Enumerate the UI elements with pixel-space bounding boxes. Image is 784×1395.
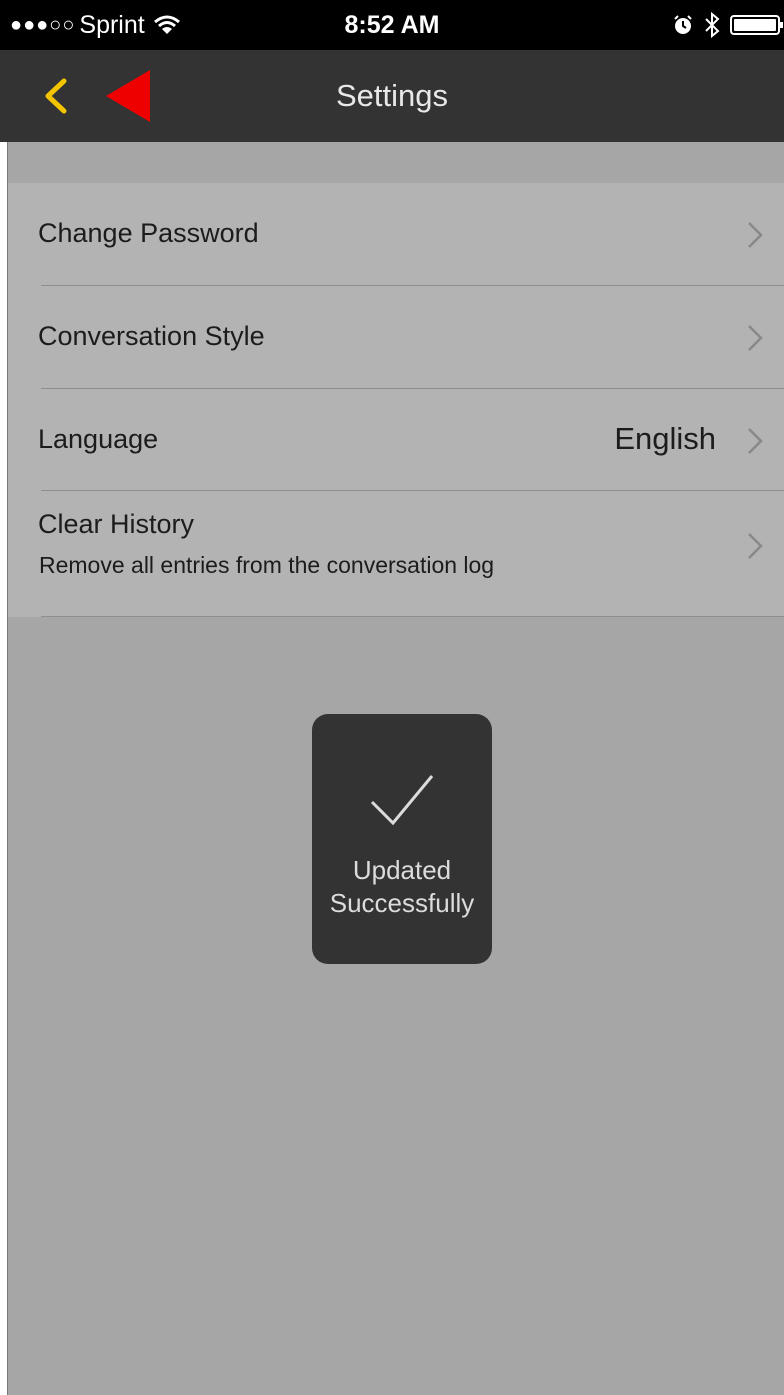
chevron-right-icon [748,428,763,454]
settings-row-label: Conversation Style [38,321,265,351]
settings-row-clear-history[interactable]: Clear History Remove all entries from th… [8,491,784,617]
settings-row-change-password[interactable]: Change Password [8,183,784,285]
settings-row-sublabel: Remove all entries from the conversation… [39,552,495,578]
settings-row-label: Clear History [38,509,195,539]
chevron-right-icon [748,222,763,248]
status-right [672,0,784,50]
status-bar: ●●●○○ Sprint 8:52 AM [0,0,784,50]
status-time: 8:52 AM [344,11,440,39]
language-value: English [614,421,716,456]
toast-line-1: Updated [352,855,452,885]
bluetooth-icon [705,12,720,38]
battery-icon [730,15,783,35]
settings-list: Change Password Conversation Style Langu… [8,183,784,617]
navigation-bar: Settings [0,50,784,142]
settings-row-label: Language [38,424,159,454]
settings-row-conversation-style[interactable]: Conversation Style [8,286,784,388]
alarm-icon [674,15,692,34]
chevron-right-icon [748,325,763,351]
toast-message: Updated Successfully [312,854,492,920]
settings-row-language[interactable]: Language English [8,389,784,490]
checkmark-icon [370,775,434,826]
success-toast: Updated Successfully [312,714,492,964]
page-title: Settings [335,78,448,113]
toast-line-2: Successfully [329,888,475,918]
settings-row-label: Change Password [38,218,259,248]
row-divider [41,616,784,617]
chevron-right-icon [748,533,763,559]
left-edge [0,142,8,1395]
